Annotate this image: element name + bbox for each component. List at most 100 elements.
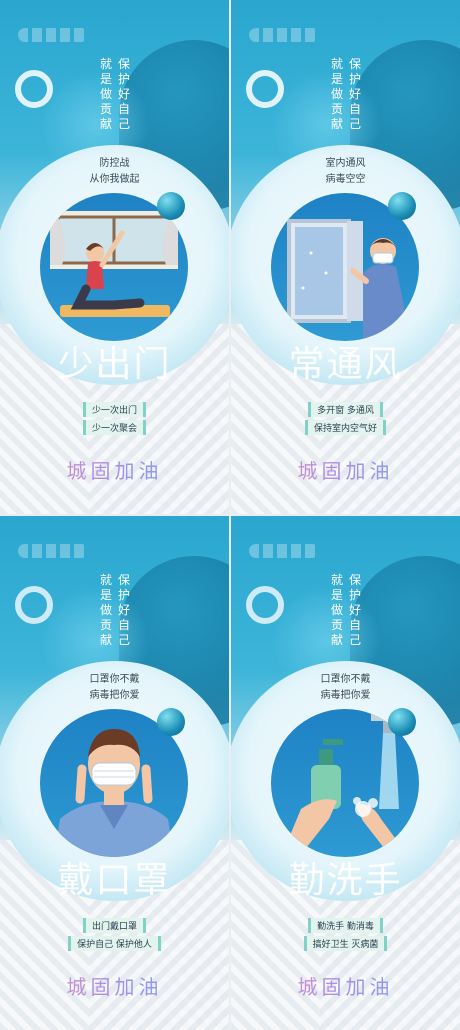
slogan-char: 自 [118,102,131,116]
slogan-char: 贡 [100,618,113,632]
slogan-char: 是 [331,72,344,86]
slogan-char: 就 [331,57,344,71]
slogan-char: 好 [118,87,131,101]
subtitle-line-1: 口罩你不戴 [320,674,371,685]
slogan-column-right: 保护好自己 [118,57,130,132]
tag-2: 搞好卫生 灭病菌 [303,936,388,951]
decorative-streak [249,544,319,558]
slogan-char: 就 [100,573,113,587]
slogan-char: 保 [349,57,362,71]
decorative-streak [18,28,88,42]
decorative-streak [249,28,319,42]
poster-title: 少出门 [57,344,172,385]
subtitle-line-2: 病毒把你爱 [320,690,371,701]
tag-list: 少一次出门 少一次聚会 [0,402,229,435]
slogan-char: 做 [331,603,344,617]
slogan-column-left: 就是做贡献 [100,57,112,132]
subtitle: 防控战 从你我做起 [0,156,229,188]
brand-slogan: 城固加油 [231,455,460,484]
slogan-char: 己 [118,117,131,131]
poster-wash-hands: 就是做贡献 保护好自己 口罩你不戴 病毒把你爱 勤洗手 勤洗手 勤消毒 搞好卫生… [231,516,460,1030]
brand-slogan: 城固加油 [0,971,229,1000]
tag-1: 少一次出门 [82,402,146,417]
slogan-char: 是 [100,588,113,602]
poster-stay-home: 就是做贡献 保护好自己 防控战 从你我做起 少出门 少一次出门 少一次聚会 城固… [0,0,229,514]
slogan-char: 保 [118,57,131,71]
slogan-char: 保 [118,573,131,587]
slogan-column-left: 就是做贡献 [100,573,112,648]
decorative-ball [388,708,416,736]
slogan-char: 贡 [331,102,344,116]
decorative-ring-icon [15,70,53,108]
decorative-ring-icon [246,586,284,624]
slogan-char: 就 [331,573,344,587]
tag-list: 多开窗 多通风 保持室内空气好 [231,402,460,435]
brand-slogan: 城固加油 [0,455,229,484]
slogan-char: 做 [100,87,113,101]
slogan-char: 保 [349,573,362,587]
slogan-char: 献 [100,633,113,647]
slogan-column-left: 就是做贡献 [331,57,343,132]
tag-2: 保持室内空气好 [304,420,386,435]
vertical-slogan: 就是做贡献 保护好自己 [100,573,130,648]
slogan-char: 护 [349,72,362,86]
tag-2: 少一次聚会 [82,420,146,435]
tag-1: 出门戴口罩 [82,918,146,933]
tag-list: 勤洗手 勤消毒 搞好卫生 灭病菌 [231,918,460,951]
vertical-slogan: 就是做贡献 保护好自己 [331,57,361,132]
subtitle-line-2: 从你我做起 [89,174,140,185]
decorative-ball [388,192,416,220]
tag-1: 勤洗手 勤消毒 [308,918,383,933]
slogan-char: 是 [100,72,113,86]
slogan-char: 献 [331,117,344,131]
decorative-ring-icon [15,586,53,624]
poster-title: 常通风 [288,344,403,385]
poster-wear-mask: 就是做贡献 保护好自己 口罩你不戴 病毒把你爱 戴口罩 出门戴口罩 保护自己 保… [0,516,229,1030]
subtitle-line-1: 口罩你不戴 [89,674,140,685]
subtitle: 口罩你不戴 病毒把你爱 [231,672,460,704]
slogan-char: 好 [118,603,131,617]
slogan-char: 贡 [331,618,344,632]
slogan-char: 做 [100,603,113,617]
decorative-ball [157,192,185,220]
slogan-char: 好 [349,87,362,101]
slogan-char: 献 [331,633,344,647]
vertical-slogan: 就是做贡献 保护好自己 [100,57,130,132]
subtitle: 室内通风 病毒空空 [231,156,460,188]
subtitle-line-1: 室内通风 [325,158,366,169]
slogan-char: 就 [100,57,113,71]
poster-grid: 就是做贡献 保护好自己 防控战 从你我做起 少出门 少一次出门 少一次聚会 城固… [0,0,460,1030]
slogan-column-left: 就是做贡献 [331,573,343,648]
poster-ventilate: 就是做贡献 保护好自己 室内通风 病毒空空 常通风 多开窗 多通风 保持室内空气… [231,0,460,514]
tag-1: 多开窗 多通风 [308,402,383,417]
slogan-char: 是 [331,588,344,602]
slogan-column-right: 保护好自己 [118,573,130,648]
slogan-char: 护 [349,588,362,602]
slogan-char: 自 [349,618,362,632]
slogan-char: 己 [349,633,362,647]
subtitle-line-2: 病毒把你爱 [89,690,140,701]
slogan-char: 己 [118,633,131,647]
slogan-char: 自 [118,618,131,632]
subtitle-line-2: 病毒空空 [325,174,366,185]
subtitle-line-1: 防控战 [99,158,130,169]
slogan-char: 贡 [100,102,113,116]
decorative-ball [157,708,185,736]
decorative-streak [18,544,88,558]
vertical-slogan: 就是做贡献 保护好自己 [331,573,361,648]
slogan-char: 做 [331,87,344,101]
poster-title: 戴口罩 [57,860,172,901]
tag-list: 出门戴口罩 保护自己 保护他人 [0,918,229,951]
slogan-char: 自 [349,102,362,116]
brand-slogan: 城固加油 [231,971,460,1000]
slogan-char: 护 [118,72,131,86]
slogan-column-right: 保护好自己 [349,573,361,648]
slogan-char: 护 [118,588,131,602]
slogan-char: 己 [349,117,362,131]
slogan-char: 好 [349,603,362,617]
decorative-ring-icon [246,70,284,108]
poster-title: 勤洗手 [288,860,403,901]
tag-2: 保护自己 保护他人 [68,936,161,951]
subtitle: 口罩你不戴 病毒把你爱 [0,672,229,704]
slogan-char: 献 [100,117,113,131]
